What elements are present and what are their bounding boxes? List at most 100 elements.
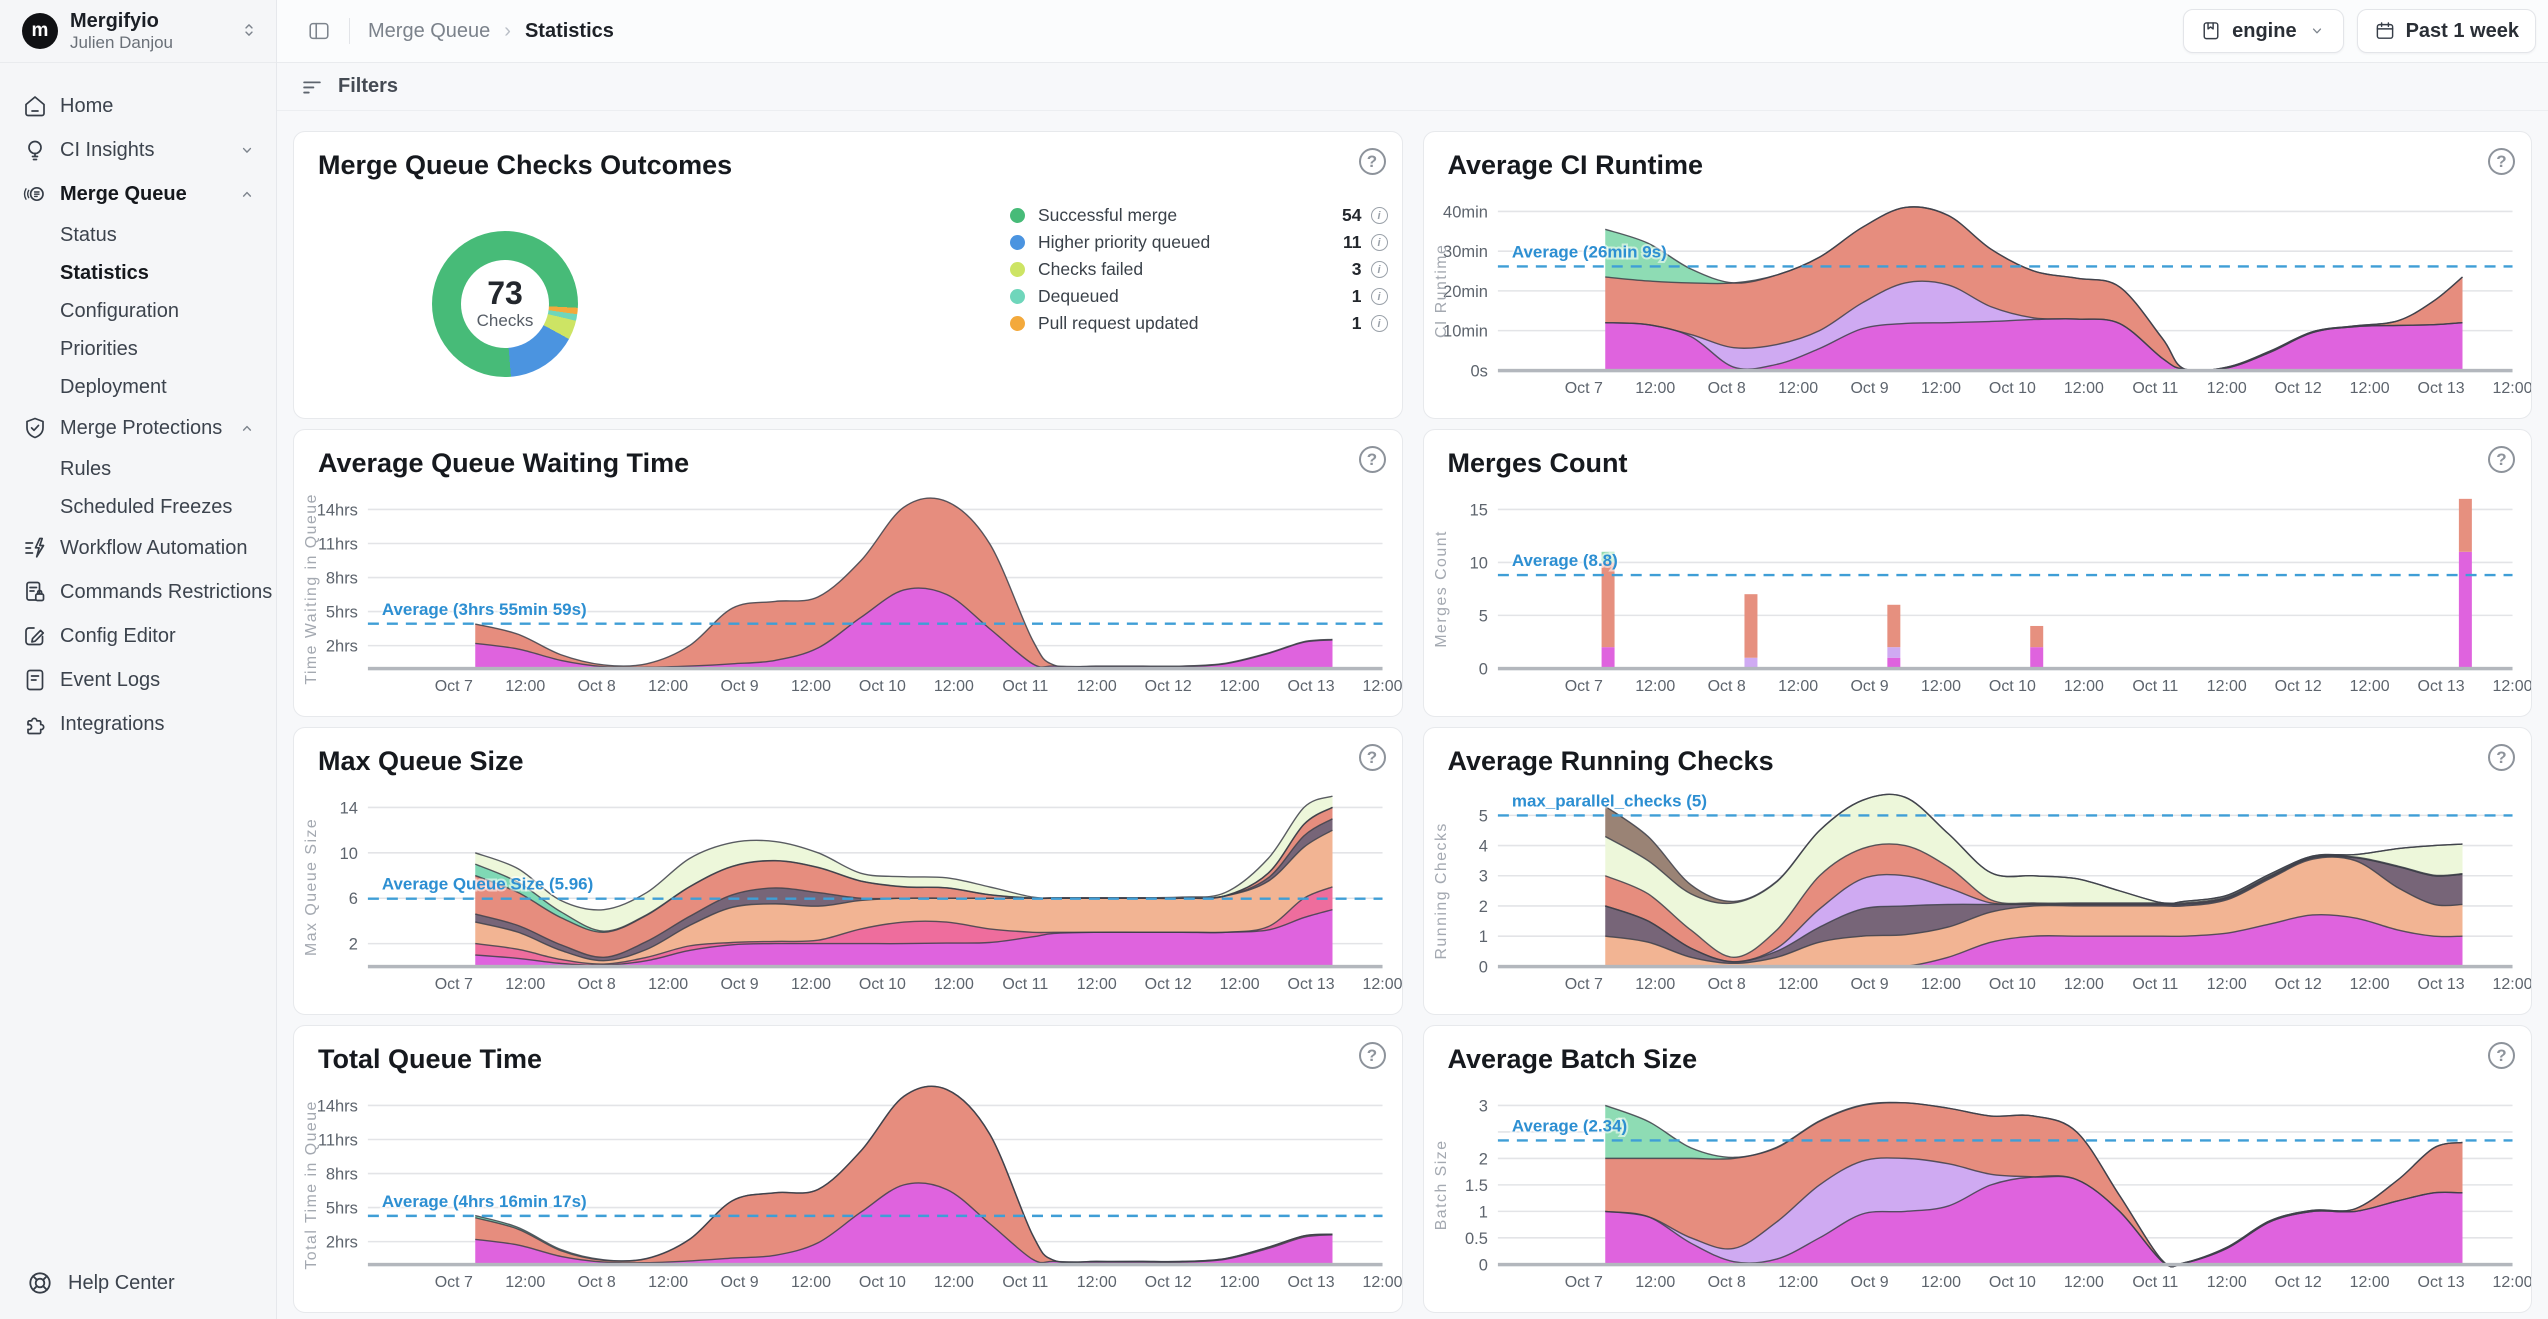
svg-text:Oct 10: Oct 10	[1988, 380, 2035, 397]
svg-text:12:00: 12:00	[934, 1274, 974, 1291]
legend-color-dot	[1010, 316, 1025, 331]
sidebar-item-priorities[interactable]: Priorities	[0, 330, 276, 368]
svg-text:12:00: 12:00	[2063, 678, 2103, 695]
bar-segment[interactable]	[2458, 499, 2471, 552]
svg-text:5hrs: 5hrs	[326, 604, 358, 622]
bar-segment[interactable]	[2458, 552, 2471, 669]
legend-item-higher-priority-queued[interactable]: Higher priority queued 11 i	[1010, 229, 1388, 256]
help-icon[interactable]: ?	[1359, 1042, 1386, 1069]
average-label: Average (4hrs 16min 17s)	[382, 1192, 587, 1211]
sidebar-item-commands-restrictions[interactable]: Commands Restrictions	[0, 570, 276, 614]
svg-text:3: 3	[1478, 1097, 1487, 1115]
svg-text:12:00: 12:00	[1363, 1274, 1402, 1291]
svg-text:0: 0	[1478, 1256, 1487, 1274]
info-icon[interactable]: i	[1371, 315, 1388, 332]
sidebar-item-workflow-automation[interactable]: Workflow Automation	[0, 526, 276, 570]
chart-card-ci_runtime: Average CI Runtime ?0s10min20min30min40m…	[1423, 131, 2533, 419]
svg-text:11hrs: 11hrs	[318, 535, 358, 553]
help-icon[interactable]: ?	[1359, 446, 1386, 473]
breadcrumb-merge-queue[interactable]: Merge Queue	[368, 20, 490, 43]
filter-icon[interactable]	[300, 75, 324, 99]
info-icon[interactable]: i	[1371, 288, 1388, 305]
sidebar-item-event-logs[interactable]: Event Logs	[0, 658, 276, 702]
checks-outcomes-donut[interactable]: 73 Checks	[432, 231, 578, 377]
topbar: Merge Queue › Statistics engine Past 1 w…	[277, 0, 2548, 63]
svg-text:12:00: 12:00	[2206, 678, 2246, 695]
help-icon[interactable]: ?	[2488, 1042, 2515, 1069]
bar-segment[interactable]	[2030, 647, 2043, 668]
help-icon[interactable]: ?	[1359, 148, 1386, 175]
svg-text:14: 14	[340, 799, 358, 817]
legend-label: Higher priority queued	[1038, 232, 1210, 253]
svg-text:Oct 13: Oct 13	[1288, 678, 1335, 695]
org-name: Mergifyio	[70, 10, 173, 33]
y-axis-name: Max Queue Size	[303, 818, 320, 956]
donut-total: 73	[487, 277, 523, 311]
bar-segment[interactable]	[1887, 647, 1900, 658]
average-label: max_parallel_checks (5)	[1511, 791, 1706, 810]
svg-text:12:00: 12:00	[1363, 678, 1402, 695]
sidebar-item-merge-queue[interactable]: Merge Queue	[0, 172, 276, 216]
bar-segment[interactable]	[1744, 594, 1757, 658]
chevron-down-icon[interactable]	[236, 139, 258, 161]
legend-item-dequeued[interactable]: Dequeued 1 i	[1010, 283, 1388, 310]
sidebar-item-label: Configuration	[60, 300, 179, 323]
sidebar-item-rules[interactable]: Rules	[0, 450, 276, 488]
svg-text:12:00: 12:00	[648, 678, 688, 695]
chevron-up-icon[interactable]	[236, 417, 258, 439]
bar-segment[interactable]	[1887, 605, 1900, 647]
sidebar-item-ci-insights[interactable]: CI Insights	[0, 128, 276, 172]
legend-color-dot	[1010, 208, 1025, 223]
org-switcher[interactable]: m Mergifyio Julien Danjou	[0, 0, 276, 63]
sidebar-item-merge-protections[interactable]: Merge Protections	[0, 406, 276, 450]
sidebar-item-label: Merge Queue	[60, 183, 187, 206]
filters-label[interactable]: Filters	[338, 75, 398, 98]
help-center-link[interactable]: Help Center	[0, 1261, 276, 1305]
chevron-up-icon[interactable]	[236, 183, 258, 205]
sidebar-item-scheduled-freezes[interactable]: Scheduled Freezes	[0, 488, 276, 526]
legend-item-pull-request-updated[interactable]: Pull request updated 1 i	[1010, 310, 1388, 337]
average-label: Average (2.34)	[1511, 1117, 1626, 1136]
breadcrumb-separator: ›	[504, 20, 511, 43]
sidebar-item-config-editor[interactable]: Config Editor	[0, 614, 276, 658]
bar-segment[interactable]	[1601, 647, 1614, 668]
breadcrumb-statistics: Statistics	[525, 20, 614, 43]
help-icon[interactable]: ?	[2488, 446, 2515, 473]
time-range-button[interactable]: Past 1 week	[2357, 9, 2536, 53]
chevron-up-down-icon[interactable]	[238, 17, 260, 43]
sidebar-item-status[interactable]: Status	[0, 216, 276, 254]
help-icon[interactable]: ?	[2488, 148, 2515, 175]
info-icon[interactable]: i	[1371, 207, 1388, 224]
sidebar-item-integrations[interactable]: Integrations	[0, 702, 276, 746]
svg-text:Oct 12: Oct 12	[1145, 976, 1192, 993]
info-icon[interactable]: i	[1371, 261, 1388, 278]
svg-text:Oct 11: Oct 11	[1002, 1274, 1048, 1291]
bar-segment[interactable]	[1887, 658, 1900, 669]
svg-text:Oct 8: Oct 8	[1707, 678, 1745, 695]
bar-segment[interactable]	[1744, 658, 1757, 669]
repository-select-button[interactable]: engine	[2183, 9, 2343, 53]
sidebar-item-deployment[interactable]: Deployment	[0, 368, 276, 406]
help-icon[interactable]: ?	[2488, 744, 2515, 771]
legend-item-successful-merge[interactable]: Successful merge 54 i	[1010, 202, 1388, 229]
sidebar-item-configuration[interactable]: Configuration	[0, 292, 276, 330]
lifebuoy-icon	[26, 1269, 54, 1297]
card-title: Average Queue Waiting Time	[318, 448, 689, 479]
svg-text:Oct 9: Oct 9	[1850, 380, 1888, 397]
filters-bar: Filters	[277, 63, 2548, 111]
workflow-icon	[22, 535, 48, 561]
sidebar-item-statistics[interactable]: Statistics	[0, 254, 276, 292]
legend-item-checks-failed[interactable]: Checks failed 3 i	[1010, 256, 1388, 283]
sidebar-item-home[interactable]: Home	[0, 84, 276, 128]
config-icon	[22, 623, 48, 649]
legend-label: Dequeued	[1038, 286, 1119, 307]
svg-text:12:00: 12:00	[1635, 380, 1675, 397]
svg-text:Oct 10: Oct 10	[859, 678, 906, 695]
sidebar-toggle-icon[interactable]	[307, 19, 331, 43]
info-icon[interactable]: i	[1371, 234, 1388, 251]
bar-segment[interactable]	[2030, 626, 2043, 647]
help-icon[interactable]: ?	[1359, 744, 1386, 771]
svg-text:Oct 8: Oct 8	[578, 976, 616, 993]
y-axis-name: Merges Count	[1432, 530, 1449, 648]
legend-value: 3	[1352, 259, 1362, 280]
